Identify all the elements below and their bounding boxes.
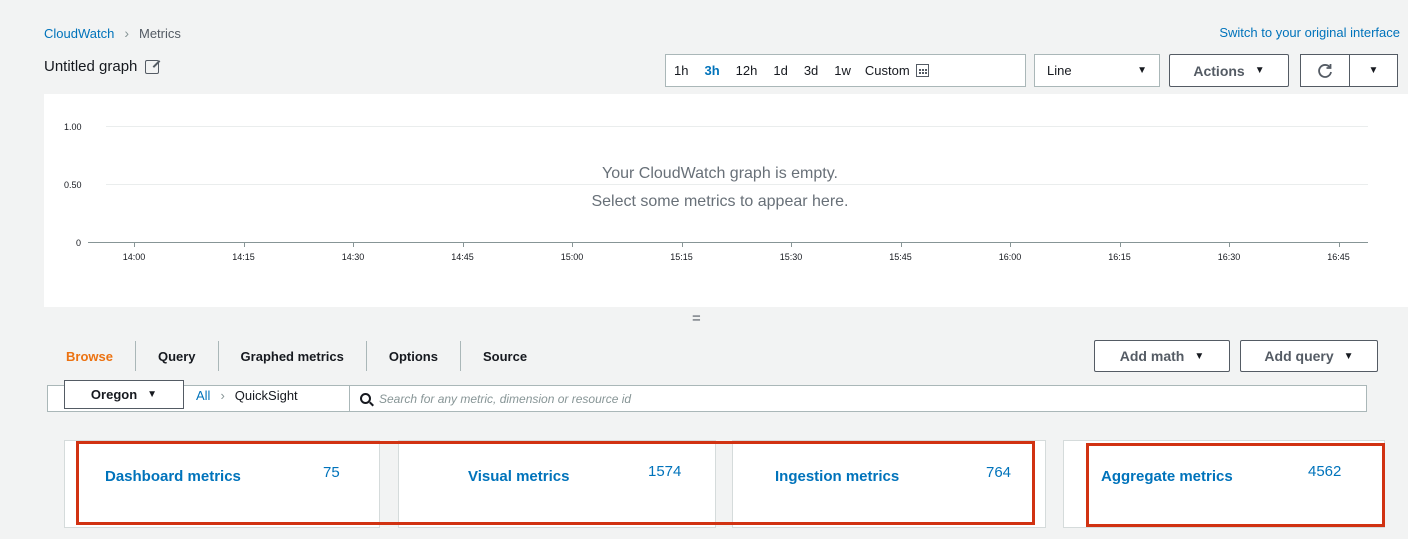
time-range-1d[interactable]: 1d — [765, 63, 795, 78]
actions-button[interactable]: Actions ▼ — [1169, 54, 1289, 87]
x-tick-label: 14:15 — [232, 252, 255, 262]
x-tick-label: 16:00 — [998, 252, 1022, 262]
breadcrumb: CloudWatch › Metrics — [44, 25, 181, 41]
x-tick-mark — [791, 243, 792, 247]
x-tick-mark — [681, 243, 683, 247]
x-tick-label: 15:30 — [779, 252, 803, 262]
visual-metrics-count[interactable]: 1574 — [648, 463, 681, 480]
time-range-selector: 1h 3h 12h 1d 3d 1w Custom — [665, 54, 1026, 87]
breadcrumb-cloudwatch-link[interactable]: CloudWatch — [44, 26, 114, 41]
time-range-custom[interactable]: Custom — [859, 63, 937, 78]
time-range-12h[interactable]: 12h — [728, 63, 766, 78]
x-tick-mark — [572, 243, 573, 247]
highlight-box — [1086, 443, 1385, 527]
caret-down-icon: ▼ — [1254, 65, 1265, 76]
x-tick-mark — [134, 243, 135, 247]
x-axis — [88, 242, 1368, 243]
x-tick-label: 14:30 — [341, 252, 365, 262]
x-tick-label: 16:45 — [1327, 252, 1350, 262]
graph-title: Untitled graph — [44, 58, 160, 75]
edit-icon[interactable] — [145, 59, 160, 74]
aggregate-metrics-count[interactable]: 4562 — [1308, 463, 1341, 480]
custom-label: Custom — [864, 63, 910, 78]
resize-handle[interactable]: = — [692, 310, 701, 327]
breadcrumb-namespace: QuickSight — [234, 388, 298, 403]
graph-title-text: Untitled graph — [44, 58, 138, 75]
caret-down-icon: ▼ — [1368, 65, 1379, 76]
chart-type-value: Line — [1047, 63, 1072, 78]
time-range-1w[interactable]: 1w — [826, 63, 859, 78]
x-tick-label: 16:15 — [1108, 252, 1131, 262]
x-tick-mark — [1119, 243, 1121, 247]
refresh-button[interactable] — [1300, 54, 1350, 87]
tab-browse[interactable]: Browse — [44, 341, 135, 371]
tab-graphed-metrics[interactable]: Graphed metrics — [217, 341, 366, 371]
region-select[interactable]: Oregon ▼ — [64, 380, 184, 409]
x-tick-mark — [1229, 243, 1230, 247]
add-query-button[interactable]: Add query ▼ — [1240, 340, 1378, 372]
y-tick-label: 0.50 — [64, 180, 82, 190]
search-input[interactable]: Search for any metric, dimension or reso… — [379, 392, 631, 406]
x-tick-label: 16:30 — [1217, 252, 1241, 262]
empty-message-line2: Select some metrics to appear here. — [591, 193, 849, 210]
metric-search[interactable]: Search for any metric, dimension or reso… — [349, 385, 631, 412]
x-tick-label: 14:45 — [451, 252, 474, 262]
time-range-3h[interactable]: 3h — [696, 63, 727, 78]
graph-panel: 1.00 0.50 0 14:00 14:15 14:30 14:45 15:00 15:… — [44, 94, 1408, 307]
breadcrumb-all-link[interactable]: All — [196, 388, 210, 403]
ingestion-metrics-count[interactable]: 764 — [986, 464, 1011, 481]
empty-graph-message: Your CloudWatch graph is empty. Select s… — [520, 160, 920, 216]
empty-message-line1: Your CloudWatch graph is empty. — [602, 165, 838, 182]
time-range-1h[interactable]: 1h — [666, 63, 696, 78]
refresh-options-button[interactable]: ▼ — [1350, 54, 1398, 87]
metrics-tabs: Browse Query Graphed metrics Options Sou… — [44, 339, 549, 373]
add-math-label: Add math — [1119, 348, 1185, 364]
x-tick-label: 15:00 — [560, 252, 584, 262]
switch-interface-link[interactable]: Switch to your original interface — [1219, 25, 1400, 40]
tab-source[interactable]: Source — [459, 341, 549, 371]
aggregate-metrics-link[interactable]: Aggregate metrics — [1101, 468, 1233, 485]
actions-label: Actions — [1193, 62, 1245, 79]
visual-metrics-link[interactable]: Visual metrics — [468, 468, 569, 485]
refresh-icon — [1318, 63, 1332, 78]
caret-down-icon: ▼ — [1194, 350, 1205, 362]
tab-options[interactable]: Options — [365, 341, 460, 371]
x-tick-label: 15:45 — [889, 252, 912, 262]
calendar-icon — [915, 64, 929, 77]
add-query-label: Add query — [1264, 348, 1334, 364]
caret-down-icon: ▼ — [147, 389, 158, 400]
y-tick-label: 1.00 — [64, 122, 82, 132]
x-tick-mark — [462, 243, 464, 247]
search-icon — [360, 393, 371, 404]
gridline — [106, 126, 1368, 127]
caret-down-icon: ▼ — [1137, 65, 1147, 76]
x-tick-mark — [243, 243, 245, 247]
namespace-breadcrumb: All › QuickSight — [196, 388, 298, 403]
chevron-right-icon: › — [220, 388, 225, 403]
x-tick-label: 15:15 — [670, 252, 693, 262]
refresh-button-group: ▼ — [1300, 54, 1398, 87]
dashboard-metrics-count[interactable]: 75 — [323, 464, 340, 481]
dashboard-metrics-link[interactable]: Dashboard metrics — [105, 468, 241, 485]
x-tick-label: 14:00 — [122, 252, 146, 262]
chart-type-select[interactable]: Line ▼ — [1034, 54, 1160, 87]
tab-query[interactable]: Query — [134, 341, 218, 371]
time-range-3d[interactable]: 3d — [796, 63, 826, 78]
x-tick-mark — [1338, 243, 1340, 247]
x-tick-mark — [1010, 243, 1011, 247]
ingestion-metrics-link[interactable]: Ingestion metrics — [775, 468, 899, 485]
region-value: Oregon — [90, 387, 138, 402]
x-tick-mark — [900, 243, 902, 247]
chevron-right-icon: › — [124, 25, 129, 41]
y-tick-label: 0 — [76, 238, 82, 248]
caret-down-icon: ▼ — [1343, 350, 1354, 362]
x-tick-mark — [353, 243, 354, 247]
breadcrumb-current: Metrics — [139, 25, 181, 41]
add-math-button[interactable]: Add math ▼ — [1094, 340, 1230, 372]
